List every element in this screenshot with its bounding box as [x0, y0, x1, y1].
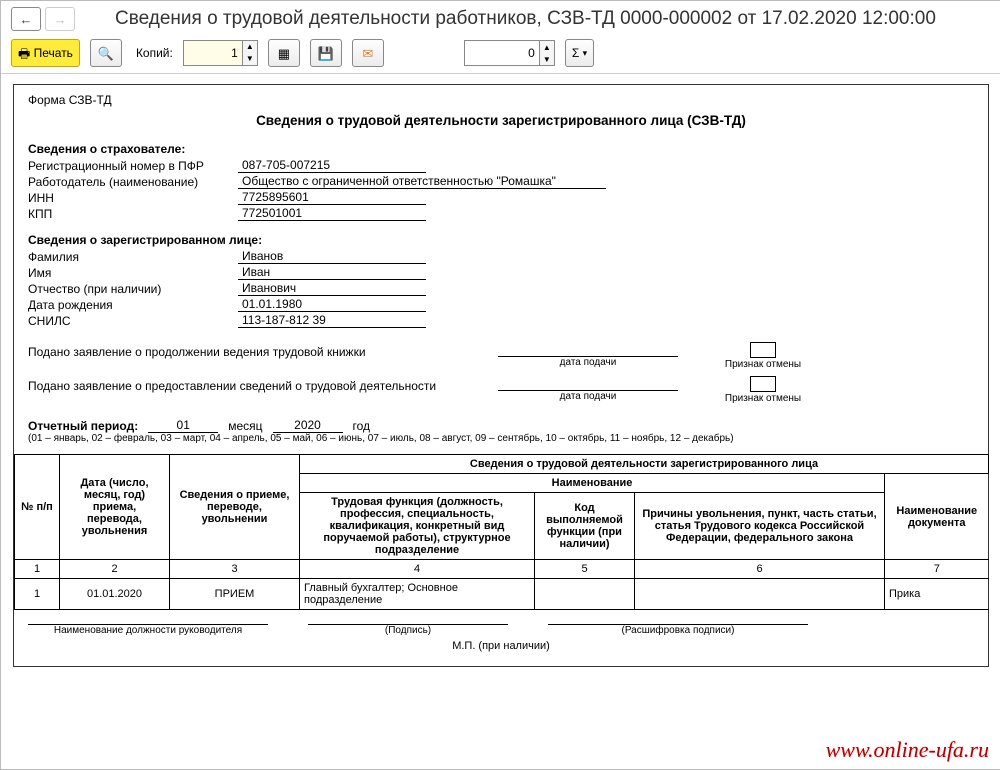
grid-button[interactable]: ▦	[268, 39, 300, 67]
statement-2-flag[interactable]	[750, 376, 776, 392]
document: Форма СЗВ-ТД Сведения о трудовой деятель…	[13, 84, 989, 667]
col-sub: Наименование	[300, 474, 885, 493]
copies-label: Копий:	[136, 46, 173, 60]
mail-icon: ✉	[362, 47, 373, 60]
form-code: Форма СЗВ-ТД	[28, 93, 974, 107]
copies-input[interactable]	[184, 41, 242, 65]
watermark: www.online-ufa.ru	[826, 737, 989, 763]
patronymic-value: Иванович	[238, 281, 426, 296]
reg-label: Регистрационный номер в ПФР	[28, 159, 238, 173]
print-label: Печать	[34, 46, 73, 60]
activity-table: № п/п Дата (число, месяц, год) приема, п…	[14, 454, 989, 610]
period-label: Отчетный период:	[28, 419, 138, 433]
col-function: Трудовая функция (должность, профессия, …	[300, 493, 535, 560]
statement-1-date	[498, 342, 678, 357]
statement-2-date	[498, 376, 678, 391]
col-event: Сведения о приеме, переводе, увольнении	[170, 455, 300, 560]
employer-label: Работодатель (наименование)	[28, 175, 238, 189]
statement-1-flag[interactable]	[750, 342, 776, 358]
copies-spinner[interactable]: ▲▼	[183, 40, 258, 66]
sig-name: (Расшифровка подписи)	[548, 625, 808, 636]
spinner-down-icon[interactable]: ▼	[243, 53, 257, 65]
nav-back-button[interactable]: ←	[11, 7, 41, 31]
firstname-value: Иван	[238, 265, 426, 280]
page-title: Сведения о трудовой деятельности работни…	[115, 8, 936, 30]
inn-value: 7725895601	[238, 190, 426, 205]
birth-label: Дата рождения	[28, 298, 238, 312]
inn-label: ИНН	[28, 191, 238, 205]
save-icon: 💾	[318, 47, 334, 60]
col-date: Дата (число, месяц, год) приема, перевод…	[60, 455, 170, 560]
statement-1: Подано заявление о продолжении ведения т…	[28, 342, 498, 359]
search-icon: 🔍	[98, 47, 114, 60]
col-code: Код выполняемой функции (при наличии)	[535, 493, 635, 560]
period-year: 2020	[273, 418, 343, 433]
sigma-button[interactable]: Σ ▾	[565, 39, 594, 67]
preview-button[interactable]: 🔍	[90, 39, 122, 67]
printer-icon: 🖶	[18, 47, 30, 60]
reg-value: 087-705-007215	[238, 158, 426, 173]
snils-value: 113-187-812 39	[238, 313, 426, 328]
kpp-label: КПП	[28, 207, 238, 221]
toolbar: 🖶 Печать 🔍 Копий: ▲▼ ▦ 💾 ✉ 0 ▲▼ Σ ▾	[1, 33, 1000, 74]
col-reason: Причины увольнения, пункт, часть статьи,…	[635, 493, 885, 560]
insurer-section: Сведения о страхователе:	[28, 142, 974, 156]
person-section: Сведения о зарегистрированном лице:	[28, 233, 974, 247]
employer-value: Общество с ограниченной ответственностью…	[238, 174, 606, 189]
print-button[interactable]: 🖶 Печать	[11, 39, 80, 67]
statement-2: Подано заявление о предоставлении сведен…	[28, 376, 498, 393]
sigma-icon: Σ	[572, 46, 579, 60]
lastname-label: Фамилия	[28, 250, 238, 264]
snils-label: СНИЛС	[28, 314, 238, 328]
period-month: 01	[148, 418, 218, 433]
doc-title: Сведения о трудовой деятельности зарегис…	[28, 113, 974, 128]
sig-sign: (Подпись)	[308, 625, 508, 636]
patronymic-label: Отчество (при наличии)	[28, 282, 238, 296]
lastname-value: Иванов	[238, 249, 426, 264]
grid-icon: ▦	[278, 47, 290, 60]
save-button[interactable]: 💾	[310, 39, 342, 67]
nav-forward-button[interactable]: →	[45, 7, 75, 31]
mp-caption: М.П. (при наличии)	[28, 640, 974, 652]
mail-button[interactable]: ✉	[352, 39, 384, 67]
table-number-row: 1 2 3 4 5 6 7	[15, 560, 989, 579]
birth-value: 01.01.1980	[238, 297, 426, 312]
page-field[interactable]: 0 ▲▼	[464, 40, 555, 66]
spinner-up-icon[interactable]: ▲	[243, 41, 257, 53]
kpp-value: 772501001	[238, 206, 426, 221]
firstname-label: Имя	[28, 266, 238, 280]
table-row: 1 01.01.2020 ПРИЕМ Главный бухгалтер; Ос…	[15, 579, 989, 610]
sig-position: Наименование должности руководителя	[28, 625, 268, 636]
col-top: Сведения о трудовой деятельности зарегис…	[300, 455, 989, 474]
period-note: (01 – январь, 02 – февраль, 03 – март, 0…	[28, 433, 974, 444]
col-docname: Наименование документа	[885, 474, 989, 560]
page-value: 0	[465, 41, 539, 65]
col-num: № п/п	[15, 455, 60, 560]
